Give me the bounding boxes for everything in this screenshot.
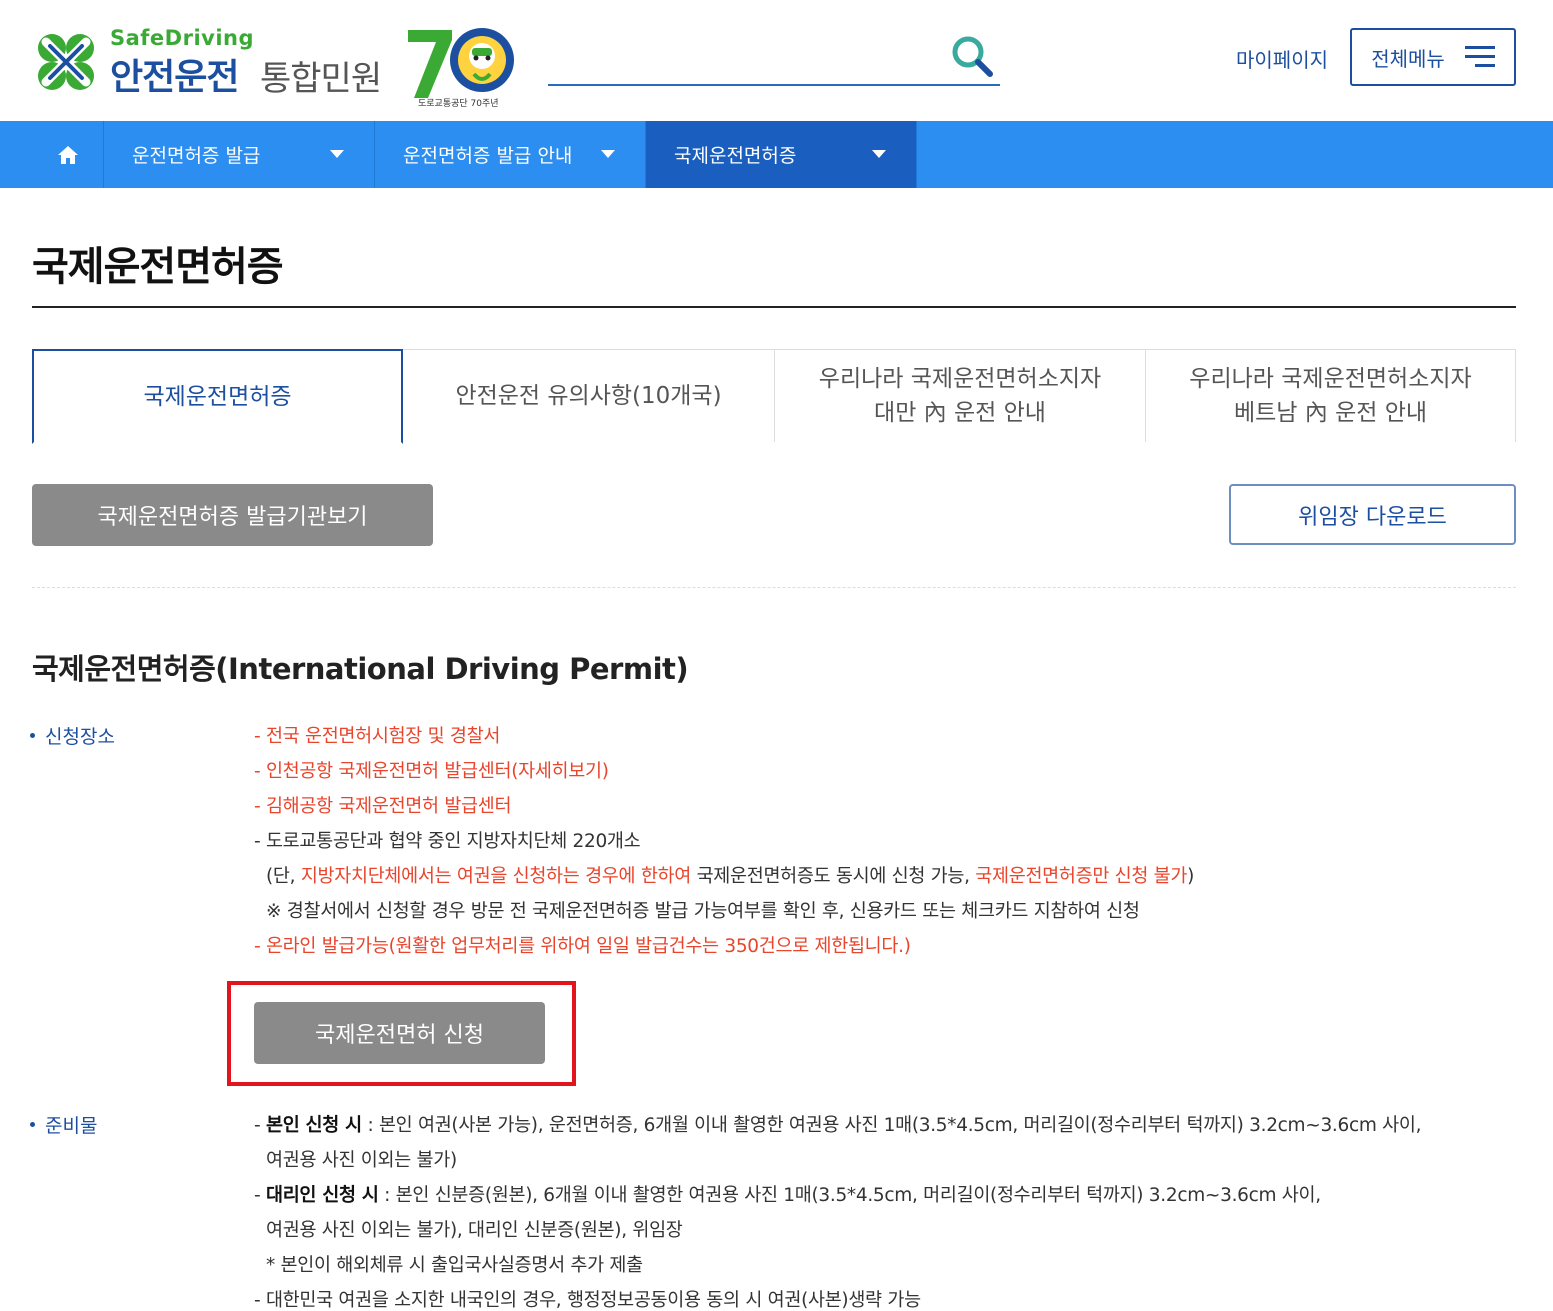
tab-label-line2: 대만 內 운전 안내 [874, 400, 1046, 426]
tab-vietnam-guide[interactable]: 우리나라 국제운전면허소지자 베트남 內 운전 안내 [1146, 349, 1516, 442]
all-menu-label: 전체메뉴 [1371, 46, 1445, 71]
nav-international-license[interactable]: 국제운전면허증 [646, 121, 917, 188]
site-logo[interactable]: SafeDriving 안전운전 통합민원 도로교통공단 70주년 [32, 26, 522, 112]
nav-item-label: 운전면허증 발급 안내 [403, 145, 573, 167]
logo-anniversary-caption: 도로교통공단 70주년 [418, 99, 499, 109]
application-place-label: 신청장소 [30, 722, 115, 749]
logo-title-primary: 안전운전 [110, 57, 239, 98]
title-divider [32, 306, 1516, 308]
bullet-icon [30, 733, 35, 738]
search-bar[interactable] [548, 28, 1000, 86]
site-header: SafeDriving 안전운전 통합민원 도로교통공단 70주년 마이페이지 … [0, 0, 1553, 121]
caret-down-icon [601, 150, 615, 158]
caret-down-icon [872, 150, 886, 158]
main-navigation: 운전면허증 발급 운전면허증 발급 안내 국제운전면허증 [0, 121, 1553, 188]
prep-line-proxy: - 대리인 신청 시 : 본인 신분증(원본), 6개월 이내 촬영한 여권용 … [254, 1185, 1321, 1206]
place-line-test-centers: - 전국 운전면허시험장 및 경찰서 [254, 726, 501, 747]
prep-line-proxy-cont: 여권용 사진 이외는 불가), 대리인 신분증(원본), 위임장 [266, 1220, 683, 1241]
place-line-note: (단, 지방자치단체에서는 여권을 신청하는 경우에 한하여 국제운전면허증도 … [266, 866, 1195, 887]
apply-international-license-button[interactable]: 국제운전면허 신청 [254, 1002, 545, 1064]
page-title: 국제운전면허증 [32, 244, 284, 290]
tab-label: 국제운전면허증 [143, 383, 292, 410]
tab-label-line1: 우리나라 국제운전면허소지자 [818, 366, 1102, 392]
section-divider [32, 587, 1516, 588]
hamburger-menu-icon [1464, 46, 1495, 68]
bullet-icon [30, 1122, 35, 1127]
nav-item-label: 국제운전면허증 [674, 145, 797, 167]
nav-item-label: 운전면허증 발급 [132, 145, 261, 167]
logo-title-secondary: 통합민원 [260, 59, 382, 99]
home-icon [57, 145, 78, 164]
content-tabs: 국제운전면허증 안전운전 유의사항(10개국) 우리나라 국제운전면허소지자 대… [32, 349, 1516, 444]
caret-down-icon [330, 150, 344, 158]
place-line-online: - 온라인 발급가능(원활한 업무처리를 위하여 일일 발급건수는 350건으로… [254, 936, 911, 957]
nav-license-issue[interactable]: 운전면허증 발급 [104, 121, 375, 188]
prep-line-self: - 본인 신청 시 : 본인 여권(사본 가능), 운전면허증, 6개월 이내 … [254, 1115, 1422, 1136]
view-issuing-agencies-button[interactable]: 국제운전면허증 발급기관보기 [32, 484, 433, 546]
home-button[interactable] [32, 121, 104, 188]
clover-logo-icon [38, 34, 94, 90]
tab-label-line2: 베트남 內 운전 안내 [1233, 400, 1428, 426]
place-line-gimhae-airport: - 김해공항 국제운전면허 발급센터 [254, 796, 512, 817]
tab-taiwan-guide[interactable]: 우리나라 국제운전면허소지자 대만 內 운전 안내 [775, 349, 1146, 442]
preparation-label: 준비물 [30, 1111, 97, 1138]
place-line-incheon-airport[interactable]: - 인천공항 국제운전면허 발급센터(자세히보기) [254, 757, 609, 783]
mypage-link[interactable]: 마이페이지 [1236, 44, 1328, 73]
nav-license-guide[interactable]: 운전면허증 발급 안내 [375, 121, 646, 188]
tab-label-line1: 우리나라 국제운전면허소지자 [1189, 366, 1472, 392]
tab-international-license[interactable]: 국제운전면허증 [32, 349, 403, 444]
prep-line-overseas-note: * 본인이 해외체류 시 출입국사실증명서 추가 제출 [266, 1255, 643, 1276]
prep-line-self-cont: 여권용 사진 이외는 불가) [266, 1150, 457, 1171]
place-line-police-note: ※ 경찰서에서 신청할 경우 방문 전 국제운전면허증 발급 가능여부를 확인 … [266, 901, 1140, 922]
place-line-local-governments: - 도로교통공단과 협약 중인 지방자치단체 220개소 [254, 831, 641, 852]
search-icon[interactable] [950, 34, 994, 78]
download-power-of-attorney-button[interactable]: 위임장 다운로드 [1229, 484, 1516, 545]
all-menu-button[interactable]: 전체메뉴 [1350, 28, 1516, 86]
logo-safedriving-text: SafeDriving [110, 26, 255, 50]
tab-safety-notes[interactable]: 안전운전 유의사항(10개국) [403, 349, 775, 442]
tab-label: 안전운전 유의사항(10개국) [455, 383, 722, 409]
section-title: 국제운전면허증(International Driving Permit) [32, 652, 689, 686]
prep-line-passport-omit: - 대한민국 여권을 소지한 내국인의 경우, 행정정보공동이용 동의 시 여권… [254, 1290, 921, 1311]
anniversary-70-emblem-icon [408, 28, 514, 98]
